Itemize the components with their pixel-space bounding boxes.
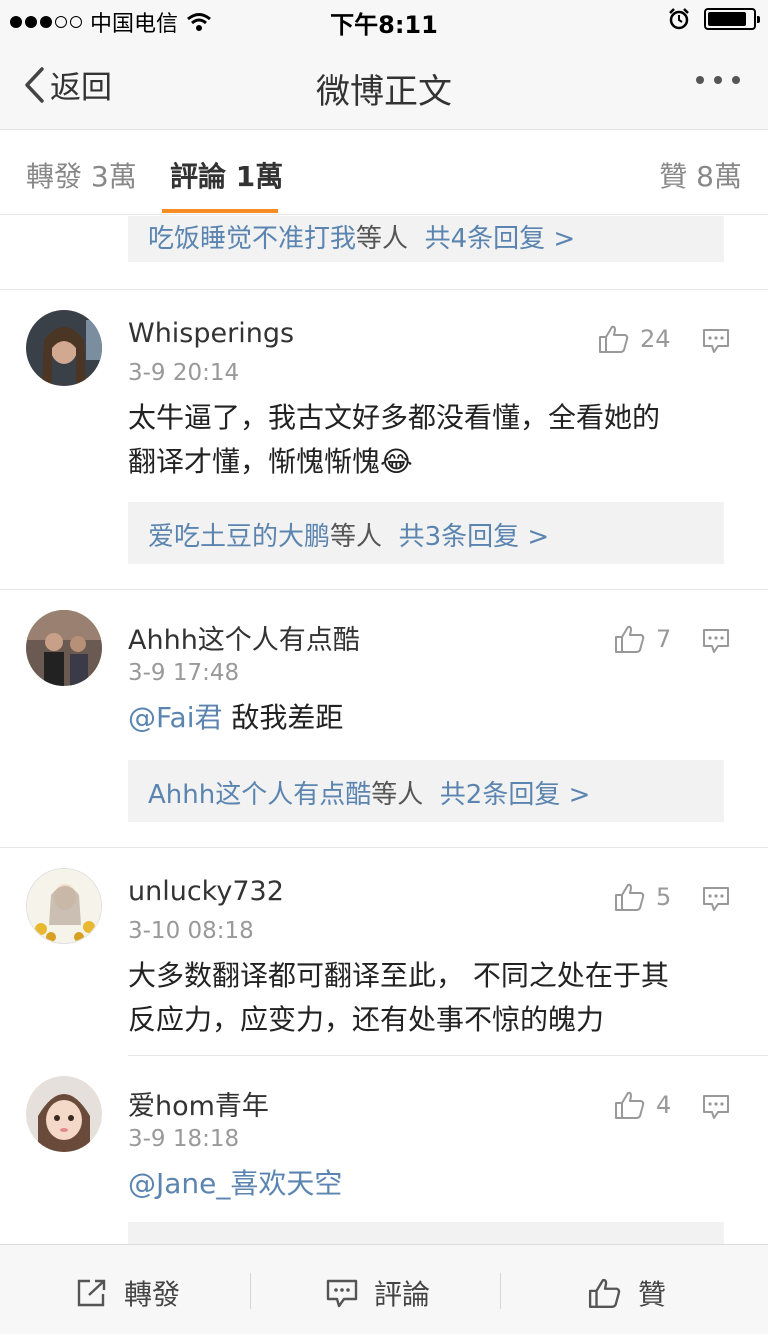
like-button[interactable]: 7	[614, 624, 671, 654]
tab-underline	[162, 209, 278, 213]
thumbs-up-icon	[615, 625, 645, 653]
comment-text: 大多数翻译都可翻译至此， 不同之处在于其 反应力，应变力，还有处事不惊的魄力	[128, 954, 718, 1042]
comment-icon	[326, 1279, 358, 1308]
thumbs-up-icon	[615, 1091, 645, 1119]
separator	[500, 1273, 501, 1309]
avatar[interactable]	[26, 868, 102, 944]
comment-text-line: 太牛逼了，我古文好多都没看懂，全看她的	[128, 401, 661, 434]
reply-summary[interactable]: Ahhh这个人有点酷等人 共2条回复 >	[128, 760, 724, 822]
like-count: 5	[656, 883, 672, 911]
reply-middle: 等人	[356, 224, 409, 254]
comment-text-line: 大多数翻译都可翻译至此， 不同之处在于其	[128, 959, 669, 992]
comment-item: Ahhh这个人有点酷 3-9 17:48 7 @Fai君 敌我差距 Ahhh这个…	[0, 590, 768, 848]
like-button[interactable]: 5	[614, 882, 671, 912]
tab-reposts[interactable]: 轉發 3萬	[26, 155, 137, 195]
separator	[250, 1273, 251, 1309]
like-label: 贊	[638, 1278, 667, 1311]
tab-likes[interactable]: 贊 8萬	[659, 155, 742, 195]
thumbs-up-icon	[588, 1278, 621, 1308]
battery-icon	[704, 8, 760, 30]
comment-time: 3-9 18:18	[128, 1126, 240, 1152]
share-icon	[77, 1279, 106, 1307]
like-count: 4	[656, 1091, 672, 1119]
comment-time: 3-9 20:14	[128, 360, 240, 386]
reply-summary[interactable]: 爱吃土豆的大鹏等人 共3条回复 >	[128, 502, 724, 564]
like-count: 7	[656, 625, 672, 653]
bottom-action-bar: 轉發 評論 贊	[0, 1244, 768, 1334]
comment-item: 爱hom青年 3-9 18:18 4 @Jane_喜欢天空	[0, 1056, 768, 1244]
like-bottom-button[interactable]: 贊	[588, 1273, 666, 1313]
avatar[interactable]	[26, 610, 102, 686]
comment-feed[interactable]: 吃饭睡觉不准打我等人 共4条回复 > Whisperings 3-9 20:14…	[0, 216, 768, 1244]
repost-label: 轉發	[124, 1278, 181, 1311]
status-right	[668, 8, 760, 30]
comment-text-line: 反应力，应变力，还有处事不惊的魄力	[128, 1003, 605, 1036]
status-bar: 中国电信 下午8:11	[0, 0, 768, 40]
like-button[interactable]: 24	[598, 324, 671, 354]
laughing-emoji-icon: 😂	[380, 445, 413, 478]
reply-names: 吃饭睡觉不准打我	[148, 224, 357, 254]
reply-icon[interactable]	[702, 328, 730, 354]
tab-bar: 轉發 3萬 評論 1萬 贊 8萬	[0, 131, 768, 215]
reply-count: 共3条回复 >	[398, 522, 550, 552]
comment-username[interactable]: 爱hom青年	[128, 1084, 269, 1123]
comment-item: unlucky732 3-10 08:18 5 大多数翻译都可翻译至此， 不同之…	[0, 848, 768, 1056]
reply-icon[interactable]	[702, 628, 730, 654]
reply-middle: 等人	[330, 522, 383, 552]
mention-link[interactable]: @Fai君	[128, 701, 222, 734]
like-button[interactable]: 4	[614, 1090, 671, 1120]
comment-time: 3-10 08:18	[128, 918, 254, 944]
mention-link[interactable]: @Jane_喜欢天空	[128, 1167, 342, 1200]
comment-username[interactable]: Ahhh这个人有点酷	[128, 618, 360, 657]
comment-text-line: 翻译才懂，惭愧惭愧	[128, 445, 381, 478]
reply-names: Ahhh这个人有点酷	[148, 780, 372, 810]
more-icon[interactable]	[696, 76, 740, 84]
comment-text: @Jane_喜欢天空	[128, 1162, 718, 1206]
reply-summary[interactable]: 吃饭睡觉不准打我等人 共4条回复 >	[128, 216, 724, 262]
alarm-icon	[669, 8, 689, 30]
thumbs-up-icon	[615, 883, 645, 911]
nav-bar: 返回 微博正文	[0, 40, 768, 130]
comment-button[interactable]: 評論	[326, 1273, 430, 1313]
reply-icon[interactable]	[702, 886, 730, 912]
reply-count: 共4条回复 >	[424, 224, 576, 254]
reply-count: 共2条回复 >	[439, 780, 591, 810]
comment-time: 3-9 17:48	[128, 660, 240, 686]
comment-username[interactable]: unlucky732	[128, 876, 284, 907]
page-title: 微博正文	[316, 72, 452, 112]
reply-names: 爱吃土豆的大鹏	[148, 522, 331, 552]
comment-username[interactable]: Whisperings	[128, 318, 294, 349]
repost-button[interactable]: 轉發	[76, 1273, 180, 1313]
reply-icon[interactable]	[702, 1094, 730, 1120]
comment-item: Whisperings 3-9 20:14 24 太牛逼了，我古文好多都没看懂，…	[0, 290, 768, 590]
comment-text-line: 敌我差距	[222, 701, 344, 734]
comment-text: 太牛逼了，我古文好多都没看懂，全看她的 翻译才懂，惭愧惭愧😂	[128, 396, 718, 484]
status-time: 下午8:11	[330, 11, 438, 39]
reply-summary[interactable]	[128, 1222, 724, 1244]
thumbs-up-icon	[599, 325, 629, 353]
like-count: 24	[640, 325, 671, 353]
tab-comments[interactable]: 評論 1萬	[170, 155, 283, 195]
avatar[interactable]	[26, 310, 102, 386]
reply-middle: 等人	[371, 780, 424, 810]
comment-text: @Fai君 敌我差距	[128, 696, 718, 740]
avatar[interactable]	[26, 1076, 102, 1152]
comment-label: 評論	[374, 1278, 431, 1311]
